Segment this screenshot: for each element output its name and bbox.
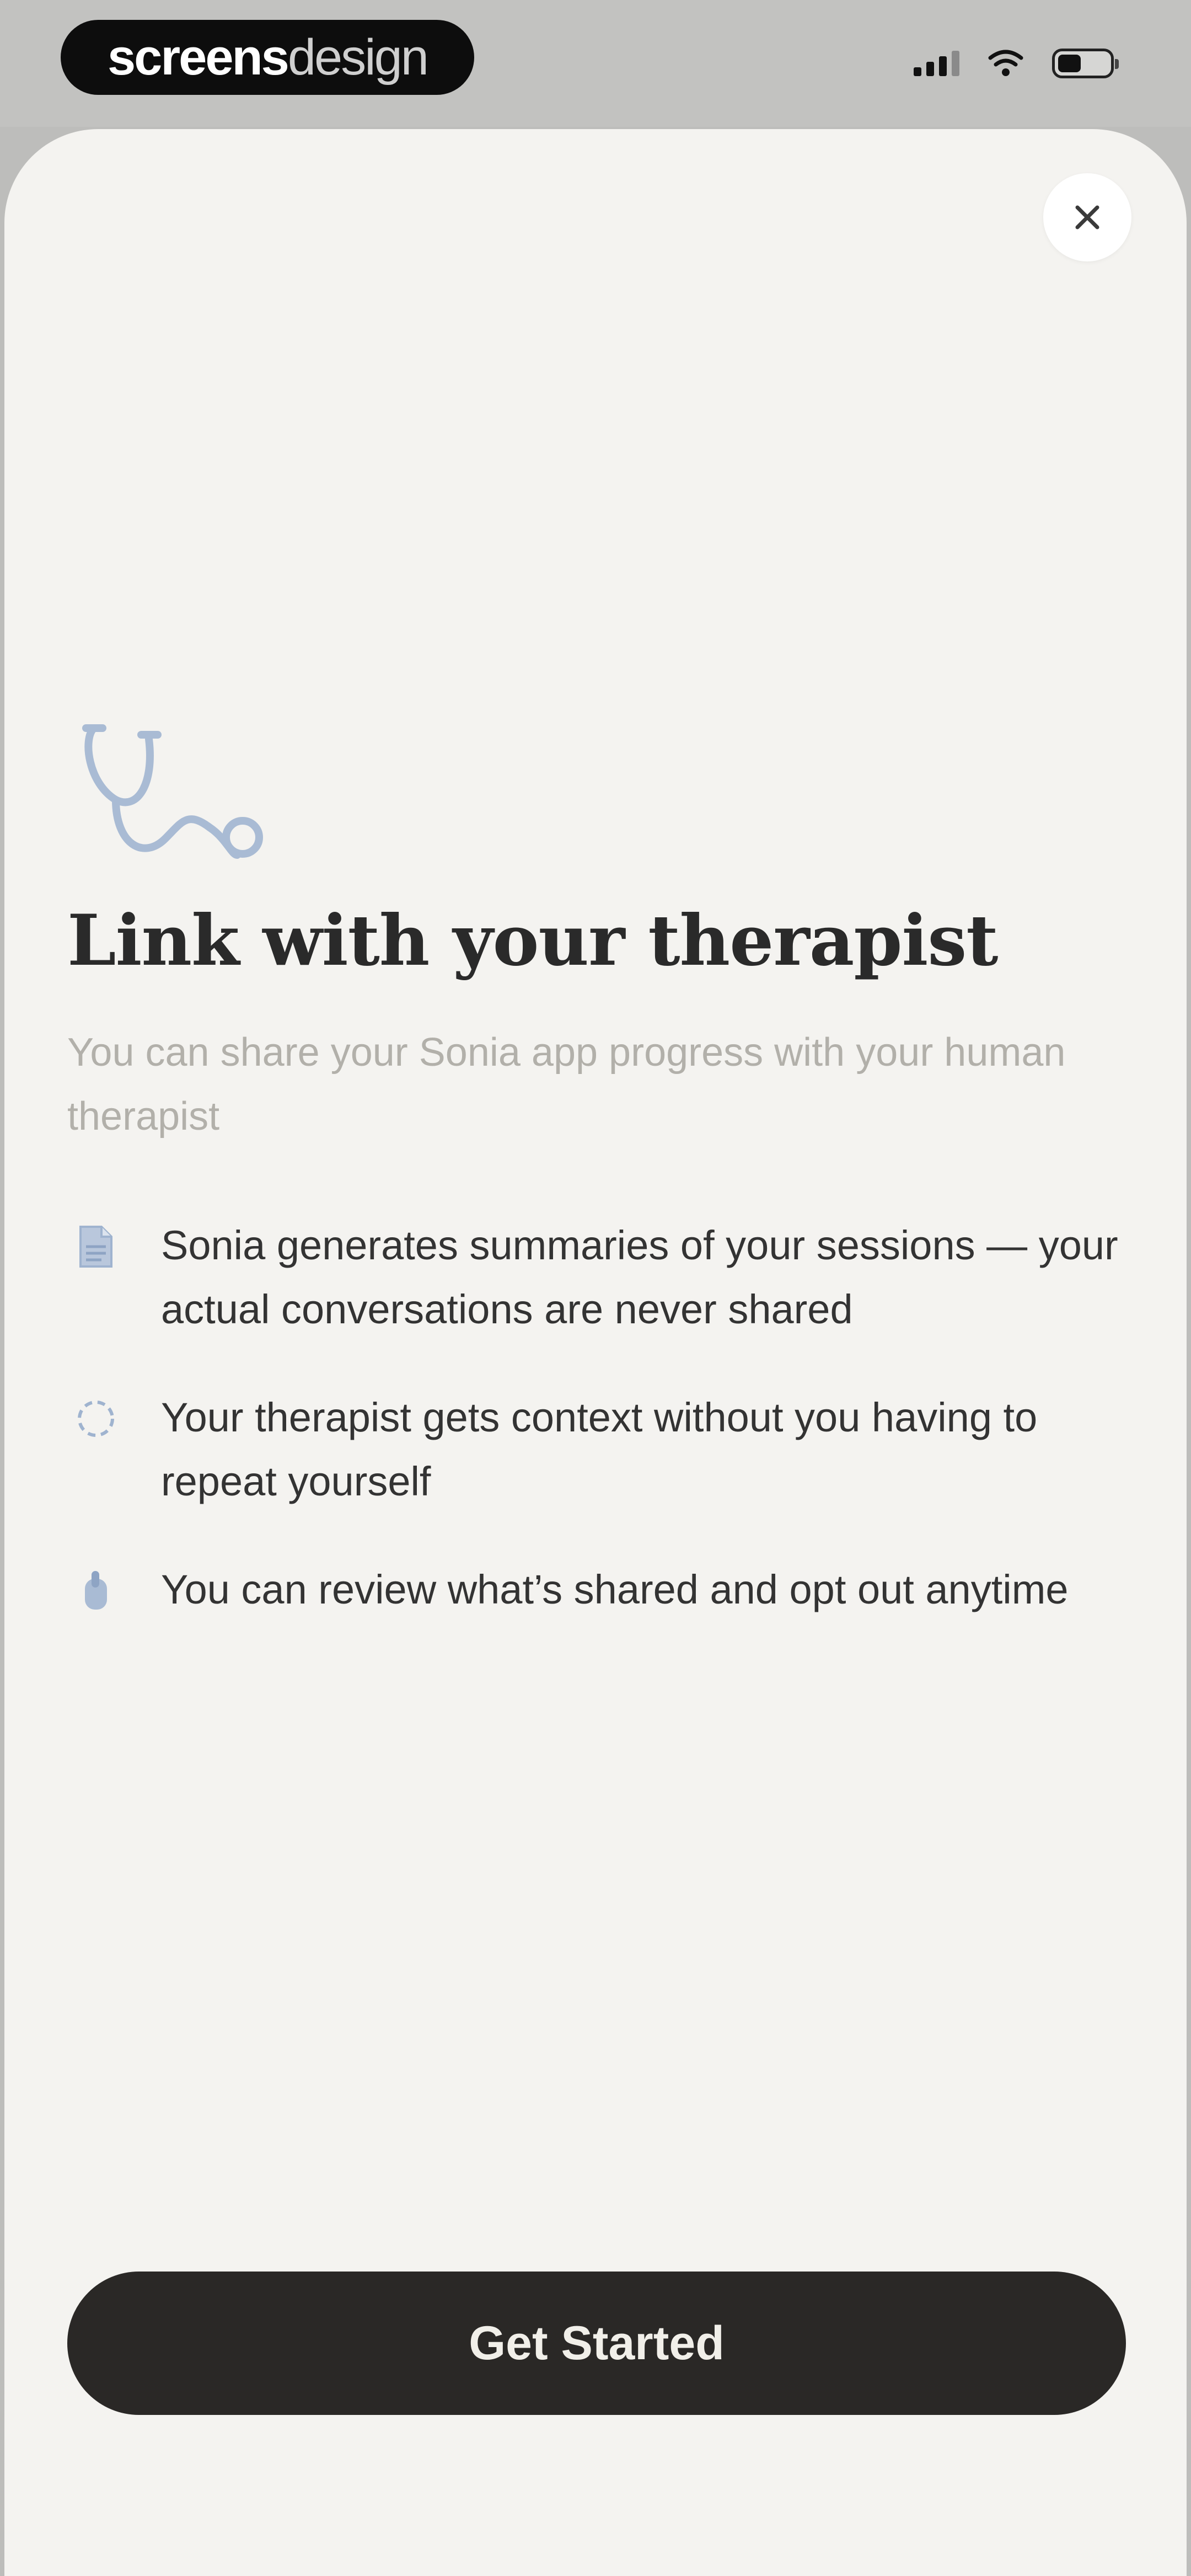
brand-logo-light: design xyxy=(287,29,429,85)
battery-icon xyxy=(1052,49,1119,78)
wifi-icon xyxy=(988,50,1023,76)
page-title: Link with your therapist xyxy=(67,900,998,981)
brand-logo: screens design xyxy=(61,20,474,95)
feature-list: Sonia generates summaries of your sessio… xyxy=(67,1214,1131,1730)
brand-logo-bold: screens xyxy=(108,29,289,85)
page-subtitle: You can share your Sonia app progress wi… xyxy=(67,1030,1066,1139)
get-started-button[interactable]: Get Started xyxy=(67,2272,1126,2415)
status-bar: screens design xyxy=(0,0,1191,127)
hand-icon xyxy=(74,1569,118,1613)
close-icon xyxy=(1075,205,1099,229)
refresh-icon xyxy=(74,1397,118,1441)
status-icons xyxy=(914,49,1119,78)
close-button[interactable] xyxy=(1043,173,1131,261)
feature-text: You can review what’s shared and opt out… xyxy=(161,1567,1069,1612)
feature-text: Sonia generates summaries of your sessio… xyxy=(161,1222,1118,1332)
feature-text: Your therapist gets context without you … xyxy=(161,1394,1038,1504)
cellular-signal-icon xyxy=(914,51,959,76)
feature-item: Your therapist gets context without you … xyxy=(67,1386,1131,1514)
document-icon xyxy=(74,1225,118,1269)
feature-item: You can review what’s shared and opt out… xyxy=(67,1558,1131,1686)
feature-item: Sonia generates summaries of your sessio… xyxy=(67,1214,1131,1342)
stethoscope-icon xyxy=(82,724,263,859)
